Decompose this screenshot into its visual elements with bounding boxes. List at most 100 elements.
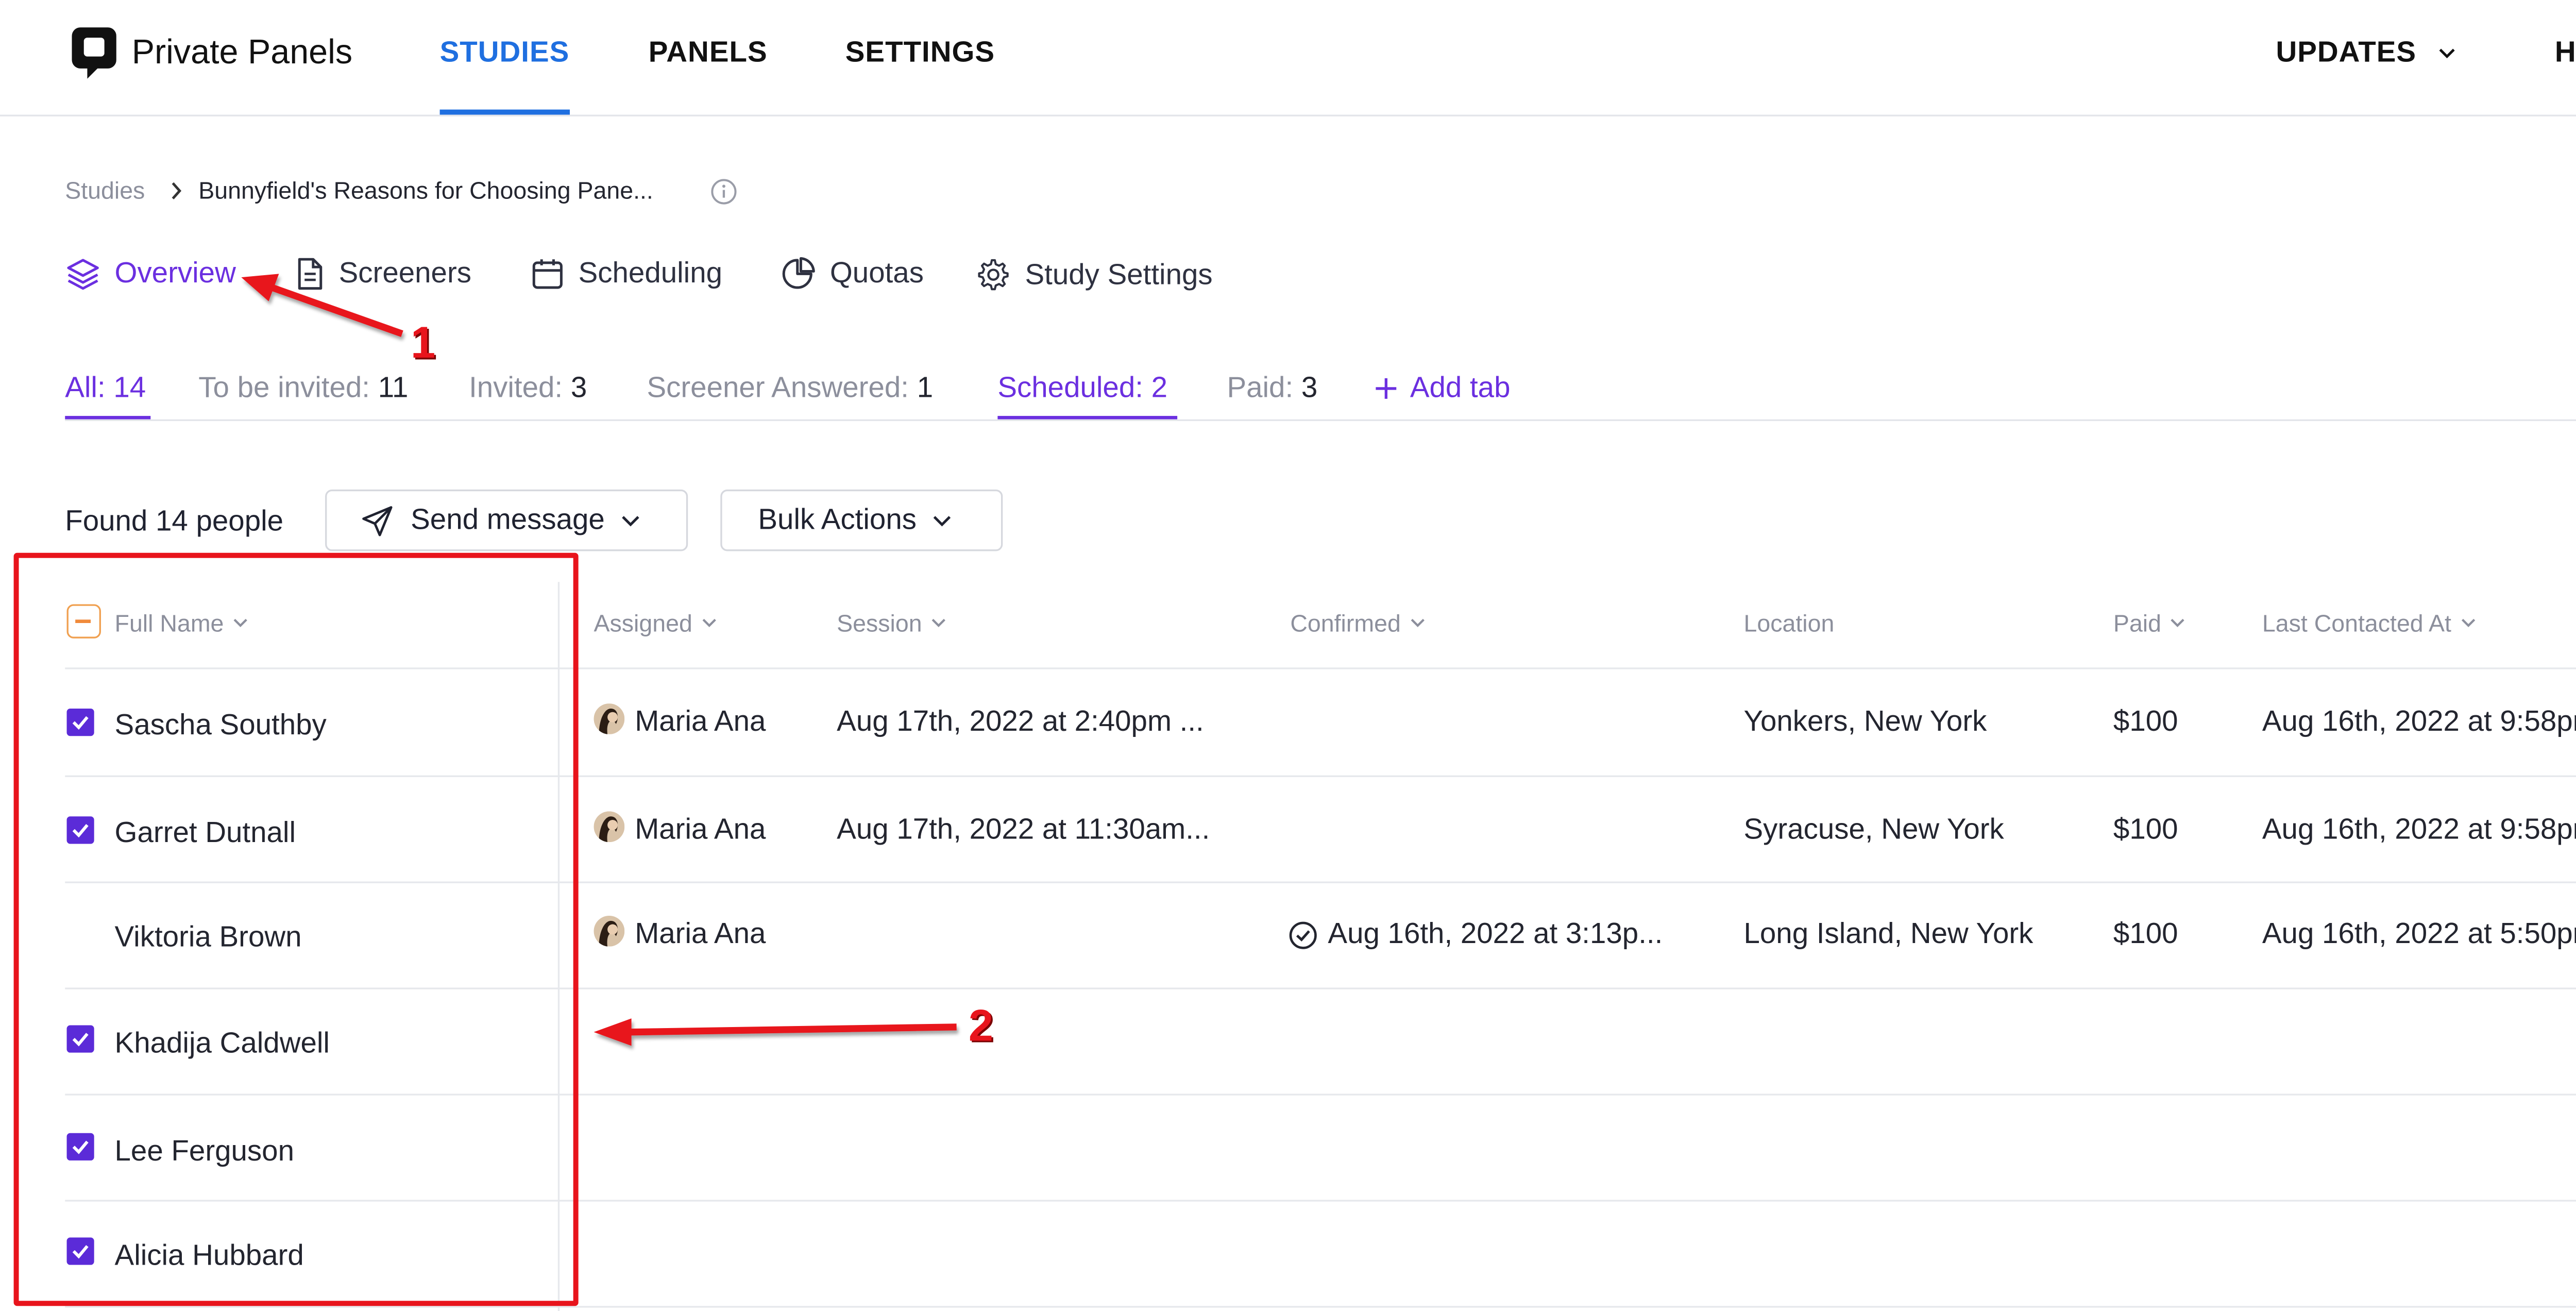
info-icon[interactable] — [710, 178, 737, 205]
paid-amount: $100 — [2113, 917, 2178, 950]
session-time: Aug 17th, 2022 at 11:30am... — [837, 813, 1210, 846]
results-count: Found 14 people — [65, 505, 284, 537]
nav-panels[interactable]: PANELS — [649, 36, 768, 70]
tab-label: All: — [65, 371, 106, 404]
annotation-number: 2 — [968, 999, 993, 1051]
calendar-icon — [532, 259, 563, 289]
tab-scheduled[interactable]: Scheduled: 2 — [997, 372, 1167, 406]
paid-amount: $100 — [2113, 813, 2178, 846]
column-header-paid[interactable]: Paid — [2113, 609, 2185, 637]
column-header-label: Location — [1743, 609, 1835, 637]
subnav-overview[interactable]: Overview — [65, 257, 236, 291]
column-header-assigned[interactable]: Assigned — [594, 609, 717, 637]
nav-help[interactable]: HELP — [2555, 36, 2576, 70]
chevron-down-icon — [702, 618, 716, 628]
nav-help-label: HELP — [2554, 36, 2576, 69]
subnav-study-settings-label: Study Settings — [1025, 257, 1213, 290]
tab-paid[interactable]: Paid: 3 — [1227, 372, 1317, 406]
nav-updates[interactable]: UPDATES — [2276, 36, 2455, 70]
tab-count: 1 — [917, 371, 934, 404]
column-header-location[interactable]: Location — [1744, 609, 1835, 636]
tabs-divider — [65, 419, 2576, 422]
layers-icon — [67, 259, 99, 290]
chevron-down-icon — [622, 515, 640, 526]
send-icon — [362, 505, 393, 535]
top-navigation-bar: Private Panels STUDIES PANELS SETTINGS U… — [0, 0, 2576, 116]
chevron-down-icon — [2461, 618, 2475, 628]
location: Yonkers, New York — [1743, 705, 1987, 738]
column-header-label: Paid — [2113, 609, 2162, 637]
subnav-quotas-label: Quotas — [829, 257, 924, 290]
tab-active-indicator — [997, 416, 1178, 419]
tab-label: Paid: — [1227, 371, 1294, 404]
chevron-down-icon — [1410, 618, 1424, 628]
tab-label: To be invited: — [198, 371, 370, 404]
chevron-right-icon — [172, 182, 182, 199]
tab-count: 14 — [113, 371, 146, 404]
tab-count: 3 — [1301, 371, 1318, 404]
avatar — [594, 915, 625, 947]
nav-studies[interactable]: STUDIES — [440, 36, 570, 70]
assigned-name: Maria Ana — [635, 705, 766, 738]
tab-count: 3 — [570, 371, 587, 404]
tab-count: 2 — [1151, 371, 1168, 404]
column-header-label: Last Contacted At — [2262, 609, 2452, 637]
tab-active-indicator — [65, 416, 151, 419]
app-window: Private Panels STUDIES PANELS SETTINGS U… — [0, 0, 2576, 1311]
subnav-overview-label: Overview — [114, 257, 236, 290]
annotation-arrow-1 — [241, 274, 403, 337]
column-header-session[interactable]: Session — [837, 609, 946, 637]
subnav-scheduling-label: Scheduling — [578, 257, 723, 290]
annotation-arrow-2 — [594, 1018, 957, 1046]
chevron-down-icon — [2171, 618, 2184, 628]
subnav-scheduling[interactable]: Scheduling — [531, 257, 722, 291]
nav-settings[interactable]: SETTINGS — [845, 36, 995, 70]
chevron-down-icon — [933, 515, 950, 526]
nav-active-indicator — [439, 109, 570, 115]
location: Syracuse, New York — [1743, 813, 2004, 846]
add-tab-button[interactable]: Add tab — [1374, 372, 1510, 406]
gear-icon — [978, 259, 1009, 291]
confirmed-time: Aug 16th, 2022 at 3:13p... — [1328, 917, 1663, 950]
tab-all[interactable]: All: 14 — [65, 372, 146, 406]
bulk-actions-button[interactable]: Bulk Actions — [720, 489, 1003, 551]
tab-label: Scheduled: — [997, 371, 1143, 404]
avatar — [594, 811, 625, 843]
nav-updates-label: UPDATES — [2276, 36, 2417, 69]
last-contacted: Aug 16th, 2022 at 9:58pm ... — [2262, 813, 2576, 846]
tab-screener-answered[interactable]: Screener Answered: 1 — [647, 372, 933, 406]
send-message-button[interactable]: Send message — [325, 489, 688, 551]
column-header-label: Session — [837, 609, 922, 637]
chevron-down-icon — [931, 618, 945, 628]
tab-to-be-invited[interactable]: To be invited: 11 — [198, 372, 408, 406]
assigned-name: Maria Ana — [635, 917, 766, 950]
last-contacted: Aug 16th, 2022 at 9:58pm ... — [2262, 705, 2576, 738]
subnav-study-settings[interactable]: Study Settings — [975, 257, 1213, 293]
column-header-confirmed[interactable]: Confirmed — [1290, 609, 1425, 637]
last-contacted: Aug 16th, 2022 at 5:50pm ... — [2262, 917, 2576, 950]
location: Long Island, New York — [1743, 917, 2033, 950]
check-circle-icon — [1289, 921, 1317, 949]
plus-icon — [1376, 378, 1397, 399]
pie-chart-icon — [782, 257, 815, 289]
tab-invited[interactable]: Invited: 3 — [469, 372, 587, 406]
tab-label: Invited: — [469, 371, 563, 404]
logo-icon — [72, 27, 116, 79]
assigned-name: Maria Ana — [635, 813, 766, 846]
annotation-number: 1 — [411, 316, 436, 368]
add-tab-label: Add tab — [1410, 371, 1511, 404]
tab-label: Screener Answered: — [647, 371, 909, 404]
annotation-highlight-box — [13, 552, 579, 1306]
breadcrumb-current: Bunnyfield's Reasons for Choosing Pane..… — [198, 176, 653, 204]
session-time: Aug 17th, 2022 at 2:40pm ... — [837, 705, 1204, 738]
row-divider — [65, 1306, 2576, 1308]
breadcrumb-studies[interactable]: Studies — [65, 176, 145, 204]
send-message-label: Send message — [411, 503, 605, 536]
column-header-last-contacted[interactable]: Last Contacted At — [2262, 609, 2476, 637]
avatar — [594, 703, 625, 734]
chevron-down-icon — [2439, 48, 2455, 59]
paid-amount: $100 — [2113, 705, 2178, 738]
tab-count: 11 — [378, 371, 409, 404]
app-name: Private Panels — [131, 34, 353, 72]
subnav-quotas[interactable]: Quotas — [781, 257, 924, 291]
